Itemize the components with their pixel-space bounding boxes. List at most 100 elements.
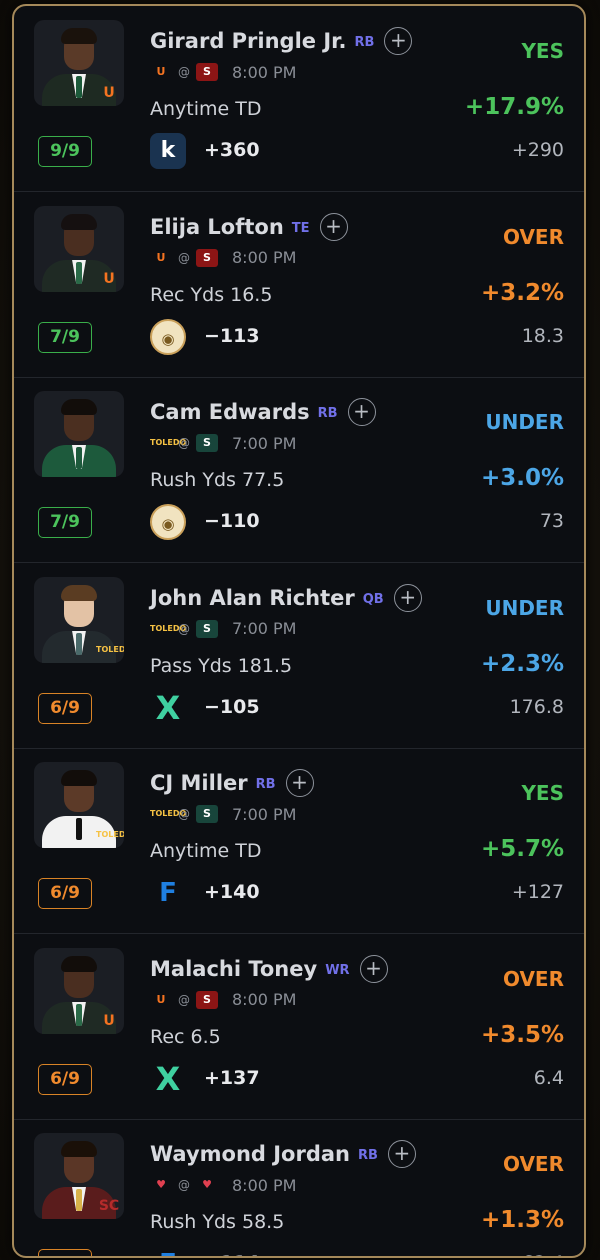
x-book-icon[interactable]: X [150, 690, 186, 726]
team-badge: TOLEDO [96, 830, 124, 839]
player-name[interactable]: Malachi Toney [150, 957, 317, 981]
player-name[interactable]: Cam Edwards [150, 400, 310, 424]
player-photo: U [34, 205, 124, 292]
pick-row[interactable]: U 6/9 Malachi Toney WR + U @ S 8:00 PM Rec… [14, 934, 584, 1120]
player-photo: U [34, 947, 124, 1034]
game-time: 8:00 PM [232, 248, 297, 267]
game-matchup: U @ S 8:00 PM [150, 990, 297, 1010]
pick-side: UNDER [485, 410, 564, 434]
stanford-logo: S [196, 63, 218, 81]
book-odds: −114 [204, 1252, 260, 1256]
team-badge: U [103, 270, 115, 287]
prop-label: Pass Yds 181.5 [150, 654, 293, 677]
add-pick-button[interactable]: + [347, 398, 376, 426]
toledo-logo: TOLEDO [150, 809, 187, 818]
pick-side: OVER [502, 1152, 564, 1176]
fanduel-icon[interactable]: F [150, 1246, 186, 1256]
prop-label: Rec 6.5 [150, 1025, 221, 1048]
fair-value: 62.4 [522, 1252, 564, 1256]
pick-side: UNDER [485, 595, 564, 620]
pick-row[interactable]: U 7/9 Elija Lofton TE + U @ S 8:00 PM Rec … [14, 192, 584, 378]
player-name[interactable]: Girard Pringle Jr. [150, 29, 347, 53]
pick-row[interactable]: TOLEDO 6/9 John Alan Richter QB + TOLEDO @… [14, 563, 584, 749]
coin-book-icon[interactable]: ◉ [150, 318, 186, 355]
pick-row[interactable]: 7/9 Cam Edwards RB + TOLEDO @ S 7:00 PM Ru… [14, 377, 584, 563]
team-badge: U [103, 1012, 115, 1029]
pick-row[interactable]: U 9/9 Girard Pringle Jr. RB + U @ S 8:00 P… [14, 6, 584, 192]
prop-label: Rec Yds 16.5 [150, 283, 273, 306]
position-label: RB [317, 406, 338, 421]
game-matchup: TOLEDO @ S 7:00 PM [150, 619, 296, 639]
game-matchup: U @ S 8:00 PM [150, 62, 297, 82]
prop-label: Anytime TD [150, 98, 262, 120]
edge-percent: +5.7% [480, 836, 564, 862]
fair-value: 176.8 [509, 695, 564, 718]
game-matchup: TOLEDO @ S 7:00 PM [150, 804, 296, 824]
at-symbol: @ [178, 621, 190, 636]
position-label: RB [357, 1148, 378, 1163]
player-name-line: Elija Lofton TE + [150, 212, 348, 241]
fair-value: +290 [511, 139, 564, 161]
book-odds: +140 [204, 881, 260, 903]
game-time: 7:00 PM [232, 804, 297, 824]
stanford-logo: S [196, 248, 218, 267]
book-odds: −113 [204, 324, 260, 347]
add-pick-button[interactable]: + [319, 212, 348, 241]
add-pick-button[interactable]: + [387, 1140, 416, 1168]
add-pick-button[interactable]: + [285, 769, 314, 797]
position-label: TE [291, 220, 310, 236]
fanduel-icon[interactable]: F [150, 875, 186, 911]
michigan-state-logo: S [196, 619, 218, 638]
player-name-line: Malachi Toney WR + [150, 954, 388, 983]
player-photo: TOLEDO [34, 762, 124, 848]
fair-value: 6.4 [533, 1066, 564, 1089]
at-symbol: @ [178, 436, 190, 450]
prop-label: Rush Yds 58.5 [150, 1211, 285, 1233]
edge-percent: +3.5% [480, 1021, 564, 1048]
at-symbol: @ [178, 807, 190, 821]
game-time: 7:00 PM [232, 619, 297, 638]
miami-hurricanes-logo: U [156, 992, 166, 1006]
kalshi-icon[interactable]: k [150, 133, 186, 169]
pick-row[interactable]: TOLEDO 6/9 CJ Miller RB + TOLEDO @ S 7:00 … [14, 748, 584, 934]
at-symbol: @ [178, 1178, 190, 1192]
player-name[interactable]: Elija Lofton [150, 215, 284, 239]
hit-rate-badge: 6/9 [38, 878, 92, 909]
add-pick-button[interactable]: + [359, 954, 388, 983]
coin-book-icon[interactable]: ◉ [150, 504, 186, 540]
pick-side: OVER [502, 224, 564, 249]
fresno-state-logo: ♥ [202, 1178, 212, 1191]
michigan-state-logo: S [196, 434, 218, 452]
game-time: 8:00 PM [232, 990, 297, 1009]
fair-value: 73 [539, 510, 564, 532]
at-symbol: @ [178, 250, 190, 265]
edge-percent: +1.3% [480, 1207, 564, 1233]
x-book-icon[interactable]: X [150, 1061, 186, 1097]
picks-panel: U 9/9 Girard Pringle Jr. RB + U @ S 8:00 P… [12, 4, 586, 1258]
edge-percent: +2.3% [480, 650, 564, 677]
fresno-state-logo: ♥ [156, 1178, 166, 1191]
hit-rate-badge: 7/9 [38, 507, 92, 538]
edge-percent: +17.9% [464, 94, 564, 120]
player-name[interactable]: CJ Miller [150, 771, 248, 795]
edge-percent: +3.0% [480, 465, 564, 491]
add-pick-button[interactable]: + [393, 583, 422, 612]
hit-rate-badge: 7/9 [38, 321, 92, 353]
book-odds: +137 [204, 1066, 260, 1089]
toledo-logo: TOLEDO [150, 623, 187, 633]
hit-rate-badge: 5/9 [38, 1249, 92, 1256]
player-photo [34, 391, 124, 477]
player-photo: TOLEDO [34, 576, 124, 663]
add-pick-button[interactable]: + [384, 27, 413, 55]
player-name[interactable]: John Alan Richter [150, 586, 355, 610]
pick-row[interactable]: SC 5/9 Waymond Jordan RB + ♥ @ ♥ 8:00 PM R… [14, 1119, 584, 1256]
game-time: 8:00 PM [232, 62, 297, 82]
player-photo: SC [34, 1133, 124, 1219]
edge-percent: +3.2% [480, 279, 564, 306]
hit-rate-badge: 6/9 [38, 692, 92, 724]
player-name[interactable]: Waymond Jordan [150, 1142, 350, 1166]
pick-side: OVER [502, 966, 564, 991]
player-name-line: Girard Pringle Jr. RB + [150, 27, 413, 55]
book-odds: −105 [204, 695, 260, 718]
team-badge [96, 453, 122, 475]
